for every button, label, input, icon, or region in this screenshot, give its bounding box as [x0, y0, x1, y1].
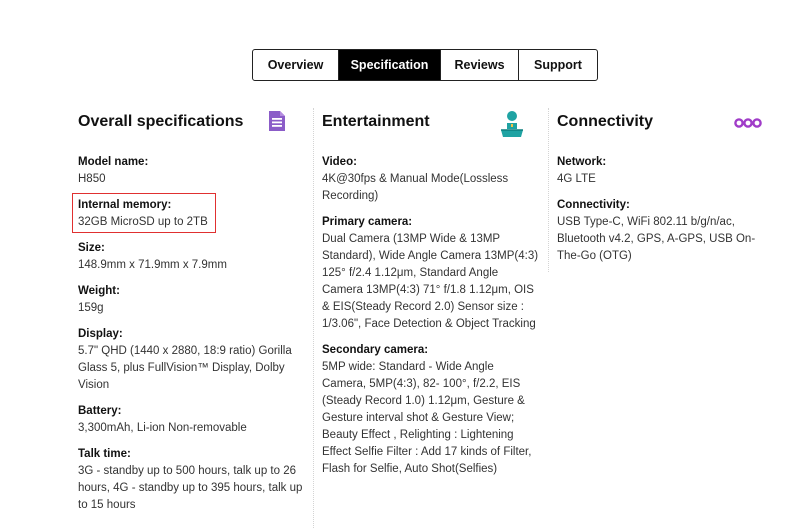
column-divider	[548, 108, 549, 272]
spec-value: Dual Camera (13MP Wide & 13MP Standard),…	[322, 233, 539, 330]
spec-value: 159g	[78, 302, 104, 314]
section-heading: Entertainment	[322, 106, 540, 140]
spec-value: 5MP wide: Standard - Wide Angle Camera, …	[322, 361, 532, 475]
spec-label: Video:	[322, 156, 357, 168]
spec-label: Connectivity:	[557, 199, 630, 211]
spec-battery: Battery: 3,300mAh, Li-ion Non-removable	[78, 403, 306, 437]
entertainment-section: Entertainment Video: 4K@30fps & Manual M…	[322, 106, 540, 487]
section-heading: Connectivity	[557, 106, 772, 140]
spec-label: Size:	[78, 242, 105, 254]
spec-value: 148.9mm x 71.9mm x 7.9mm	[78, 259, 227, 271]
spec-value: 4G LTE	[557, 173, 596, 185]
link-connection-icon	[734, 110, 762, 135]
tab-reviews[interactable]: Reviews	[441, 50, 519, 80]
spec-label: Battery:	[78, 405, 122, 417]
spec-label: Weight:	[78, 285, 120, 297]
connectivity-title: Connectivity	[557, 113, 654, 130]
person-at-desk-icon	[500, 110, 524, 143]
spec-label: Display:	[78, 328, 123, 340]
spec-label: Internal memory:	[78, 199, 172, 211]
overall-specifications-section: Overall specifications Model name: H850 …	[72, 106, 306, 523]
spec-primary-camera: Primary camera: Dual Camera (13MP Wide &…	[322, 214, 540, 333]
spec-secondary-camera: Secondary camera: 5MP wide: Standard - W…	[322, 342, 540, 478]
spec-size: Size: 148.9mm x 71.9mm x 7.9mm	[78, 240, 306, 274]
spec-label: Talk time:	[78, 448, 131, 460]
tab-support[interactable]: Support	[519, 50, 597, 80]
spec-value: 3,300mAh, Li-ion Non-removable	[78, 422, 247, 434]
entertainment-title: Entertainment	[322, 113, 430, 130]
overall-specifications-title: Overall specifications	[78, 113, 244, 130]
spec-display: Display: 5.7" QHD (1440 x 2880, 18:9 rat…	[78, 326, 306, 394]
spec-label: Primary camera:	[322, 216, 413, 228]
tab-specification[interactable]: Specification	[339, 50, 441, 80]
spec-connectivity: Connectivity: USB Type-C, WiFi 802.11 b/…	[557, 197, 772, 265]
spec-internal-memory: Internal memory: 32GB MicroSD up to 2TB	[72, 193, 306, 233]
spec-video: Video: 4K@30fps & Manual Mode(Lossless R…	[322, 154, 540, 205]
document-list-icon	[267, 110, 287, 137]
tab-bar: Overview Specification Reviews Support	[252, 49, 598, 81]
spec-value: 4K@30fps & Manual Mode(Lossless Recordin…	[322, 173, 509, 202]
spec-talk-time: Talk time: 3G - standby up to 500 hours,…	[78, 446, 306, 514]
section-heading: Overall specifications	[78, 106, 306, 140]
tab-overview[interactable]: Overview	[253, 50, 339, 80]
column-divider	[313, 108, 314, 528]
spec-label: Network:	[557, 156, 607, 168]
spec-network: Network: 4G LTE	[557, 154, 772, 188]
spec-label: Secondary camera:	[322, 344, 429, 356]
spec-value: 32GB MicroSD up to 2TB	[78, 216, 208, 228]
spec-value: 5.7" QHD (1440 x 2880, 18:9 ratio) Goril…	[78, 345, 292, 391]
spec-label: Model name:	[78, 156, 149, 168]
spec-value: 3G - standby up to 500 hours, talk up to…	[78, 465, 303, 511]
spec-value: H850	[78, 173, 106, 185]
spec-weight: Weight: 159g	[78, 283, 306, 317]
spec-model-name: Model name: H850	[78, 154, 306, 188]
spec-value: USB Type-C, WiFi 802.11 b/g/n/ac, Blueto…	[557, 216, 756, 262]
connectivity-section: Connectivity Network: 4G LTE Connectivit…	[557, 106, 772, 274]
